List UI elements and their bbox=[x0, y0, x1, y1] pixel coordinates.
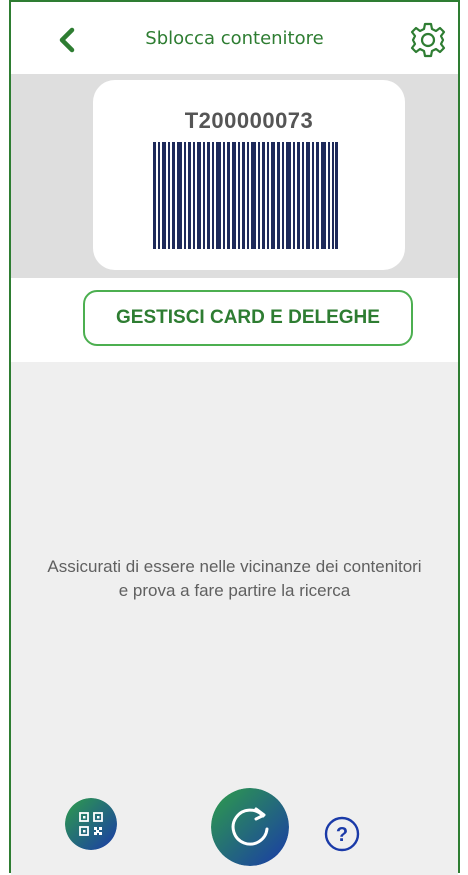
gear-icon bbox=[410, 22, 446, 58]
qr-scan-button[interactable] bbox=[65, 798, 117, 850]
manage-zone: GESTISCI CARD E DELEGHE bbox=[11, 278, 458, 362]
refresh-button[interactable] bbox=[211, 788, 289, 866]
refresh-icon bbox=[211, 788, 289, 866]
svg-text:?: ? bbox=[336, 824, 348, 846]
qr-code-icon bbox=[65, 798, 117, 850]
header: Sblocca contenitore bbox=[11, 2, 458, 74]
manage-card-button[interactable]: GESTISCI CARD E DELEGHE bbox=[83, 290, 413, 346]
search-area: Assicurati di essere nelle vicinanze dei… bbox=[11, 362, 458, 875]
help-button[interactable]: ? bbox=[324, 816, 360, 852]
card-number: T200000073 bbox=[184, 108, 314, 133]
hint-line-1: Assicurati di essere nelle vicinanze dei… bbox=[47, 557, 422, 576]
user-card: T200000073 bbox=[93, 80, 405, 270]
search-hint: Assicurati di essere nelle vicinanze dei… bbox=[11, 555, 458, 603]
card-area: T200000073 bbox=[11, 74, 458, 278]
barcode-icon bbox=[153, 142, 338, 249]
settings-button[interactable] bbox=[408, 20, 448, 60]
page-title: Sblocca contenitore bbox=[145, 28, 324, 49]
app-frame: Sblocca contenitore T200000073 GESTISCI … bbox=[9, 0, 460, 875]
help-icon: ? bbox=[324, 816, 360, 852]
hint-line-2: e prova a fare partire la ricerca bbox=[118, 581, 351, 600]
